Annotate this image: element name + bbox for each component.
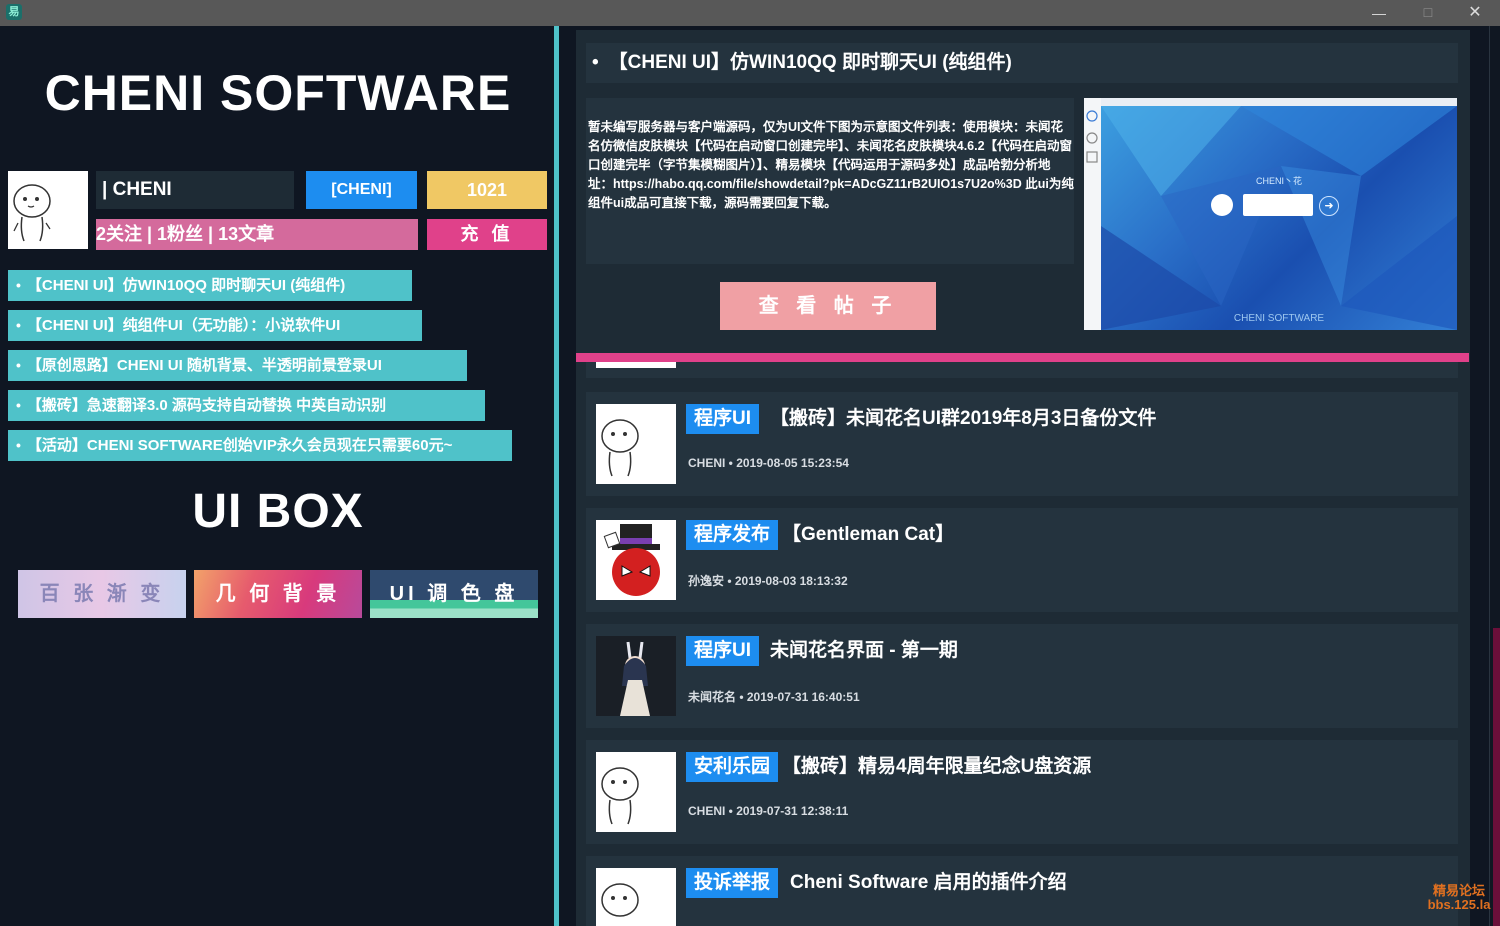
login-preview-scene: CHENI丶花 ➜ CHENI SOFTWARE [1101, 106, 1457, 330]
title-bar: 易 — ☐ ✕ [0, 0, 1500, 26]
preview-sidebar [1084, 98, 1101, 330]
app-icon: 易 [6, 4, 22, 20]
maximize-button[interactable]: ☐ [1405, 0, 1451, 26]
post-meta: CHENI • 2019-07-31 12:38:11 [688, 804, 849, 818]
low-poly-background [1101, 106, 1457, 330]
cartoon-avatar-icon [596, 868, 676, 926]
post-title[interactable]: Cheni Software 启用的插件介绍 [790, 868, 1067, 898]
minimize-button[interactable]: — [1356, 0, 1402, 26]
close-button[interactable]: ✕ [1452, 0, 1498, 26]
cartoon-avatar-icon [596, 404, 676, 484]
post-meta: 未闻花名 • 2019-07-31 16:40:51 [688, 690, 860, 704]
post-title[interactable]: 【搬砖】未闻花名UI群2019年8月3日备份文件 [770, 404, 1156, 434]
recent-post-link[interactable]: • 【CHENI UI】仿WIN10QQ 即时聊天UI (纯组件) [8, 270, 412, 301]
bullet-icon: • [16, 437, 21, 453]
preview-brand-text: CHENI SOFTWARE [1233, 313, 1325, 324]
login-window-title: CHENI丶花 [1255, 176, 1302, 186]
brand-title: CHENI SOFTWARE [44, 65, 512, 121]
category-tag[interactable]: 安利乐园 [686, 752, 779, 782]
gradient-theme-button[interactable]: 百 张 渐 变 [18, 570, 186, 618]
anime-girl-avatar-icon [596, 636, 676, 716]
bullet-icon: • [592, 52, 599, 73]
bullet-icon: • [16, 317, 21, 333]
recent-post-link[interactable]: • 【活动】CHENI SOFTWARE创始VIP永久会员现在只需要60元~ [8, 430, 512, 461]
post-card[interactable]: 投诉举报 Cheni Software 启用的插件介绍 [586, 856, 1458, 926]
category-tag[interactable]: 投诉举报 [686, 868, 779, 898]
cartoon-avatar-icon [601, 419, 639, 477]
avatar [596, 362, 676, 368]
post-title[interactable]: 【搬砖】精易4周年限量纪念U盘资源 [782, 752, 1091, 782]
view-post-button[interactable]: 查 看 帖 子 [720, 282, 936, 330]
password-field [1243, 194, 1313, 216]
category-tag[interactable]: 程序发布 [686, 520, 779, 550]
featured-divider [576, 353, 1469, 362]
post-link-label: 【原创思路】CHENI UI 随机背景、半透明前景登录UI [26, 357, 382, 374]
user-tag-badge: [CHENI] [306, 171, 417, 209]
forum-watermark: 精易论坛 bbs.125.la [1424, 884, 1494, 912]
post-meta: 孙逸安 • 2019-08-03 18:13:32 [688, 574, 848, 588]
anime-girl-avatar-icon [596, 636, 676, 716]
post-link-label: 【CHENI UI】仿WIN10QQ 即时聊天UI (纯组件) [26, 277, 346, 294]
preview-sidebar-icons [1086, 110, 1098, 163]
bullet-icon: • [16, 397, 21, 413]
username-label: | CHENI [96, 171, 294, 209]
category-tag[interactable]: 程序UI [686, 404, 760, 434]
list-item [586, 362, 1458, 378]
ui-box-title: UI BOX [192, 485, 364, 538]
scrollbar-thumb[interactable] [1493, 628, 1500, 926]
spider-hat-avatar-icon [596, 520, 676, 600]
post-card[interactable]: 程序UI 【搬砖】未闻花名UI群2019年8月3日备份文件 CHENI • 20… [586, 392, 1458, 496]
recent-post-link[interactable]: • 【CHENI UI】纯组件UI（无功能）：小说软件UI [8, 310, 422, 341]
user-avatar[interactable] [8, 171, 88, 249]
points-badge: 1021 [427, 171, 547, 209]
user-stats: 2关注 | 1粉丝 | 13文章 [96, 219, 418, 250]
post-card[interactable]: 程序UI 未闻花名界面 - 第一期 未闻花名 • 2019-07-31 16:4… [586, 624, 1458, 728]
post-link-label: 【CHENI UI】纯组件UI（无功能）：小说软件UI [26, 317, 341, 334]
post-title[interactable]: 未闻花名界面 - 第一期 [770, 636, 958, 666]
cartoon-avatar-icon [13, 184, 51, 242]
watermark-line: bbs.125.la [1427, 897, 1491, 912]
arrow-right-icon: ➜ [1319, 196, 1339, 216]
watermark-line: 精易论坛 [1432, 883, 1485, 898]
left-panel [2, 26, 554, 926]
category-tag[interactable]: 程序UI [686, 636, 760, 666]
post-card[interactable]: 安利乐园 【搬砖】精易4周年限量纪念U盘资源 CHENI • 2019-07-3… [586, 740, 1458, 844]
bullet-icon: • [16, 357, 21, 373]
cartoon-avatar-icon [601, 767, 639, 825]
recharge-button[interactable]: 充 值 [427, 219, 547, 250]
post-meta: CHENI • 2019-08-05 15:23:54 [688, 456, 849, 470]
featured-post-preview-image: CHENI丶花 ➜ CHENI SOFTWARE [1084, 98, 1457, 330]
post-card[interactable]: 程序发布 【Gentleman Cat】 孙逸安 • 2019-08-03 18… [586, 508, 1458, 612]
login-avatar [1211, 194, 1233, 216]
featured-post-description: 暂未编写服务器与客户端源码，仅为UI文件下图为示意图文件列表：使用模块：未闻花名… [586, 98, 1074, 264]
post-title[interactable]: 【Gentleman Cat】 [782, 520, 954, 550]
featured-post-title[interactable]: • 【CHENI UI】仿WIN10QQ 即时聊天UI (纯组件) [586, 43, 1458, 83]
recent-post-link[interactable]: • 【搬砖】急速翻译3.0 源码支持自动替换 中英自动识别 [8, 390, 485, 421]
post-link-label: 【搬砖】急速翻译3.0 源码支持自动替换 中英自动识别 [26, 397, 387, 414]
featured-post-title-text: 【CHENI UI】仿WIN10QQ 即时聊天UI (纯组件) [608, 52, 1012, 73]
cartoon-avatar-icon [596, 752, 676, 832]
recent-post-link[interactable]: • 【原创思路】CHENI UI 随机背景、半透明前景登录UI [8, 350, 467, 381]
color-palette-button[interactable]: UI 调 色 盘 [370, 570, 538, 618]
spider-hat-avatar-icon [603, 524, 660, 596]
post-link-label: 【活动】CHENI SOFTWARE创始VIP永久会员现在只需要60元~ [26, 437, 453, 454]
bullet-icon: • [16, 277, 21, 293]
cartoon-avatar-icon [601, 883, 639, 917]
geometric-background-button[interactable]: 几 何 背 景 [194, 570, 362, 618]
